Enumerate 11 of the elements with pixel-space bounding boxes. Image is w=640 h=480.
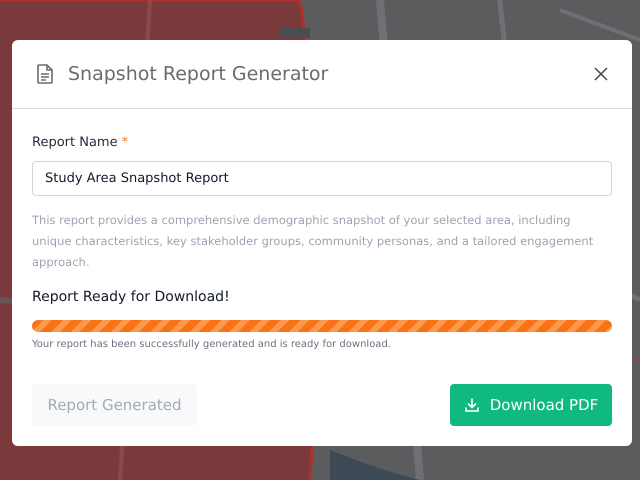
description: This report provides a comprehensive demographic snapshot of your selected area, including unique characteristics, key stakeholder groups, community personas, and a tailored engagement approach. [32,212,594,270]
field-label: Report Name [32,134,118,152]
status-title: Report Ready for Download! [32,288,231,306]
status-message: Your report has been successfully generated and is ready for download. [32,338,392,352]
report-name-field[interactable]: Study Area Snapshot Report [32,160,612,196]
document-icon [36,64,54,84]
required-mark: * [122,134,128,152]
dialog-title: Snapshot Report Generator [68,62,328,87]
close-icon[interactable] [594,67,608,81]
download-icon [464,397,480,413]
download-button[interactable]: Download PDF [450,384,612,426]
